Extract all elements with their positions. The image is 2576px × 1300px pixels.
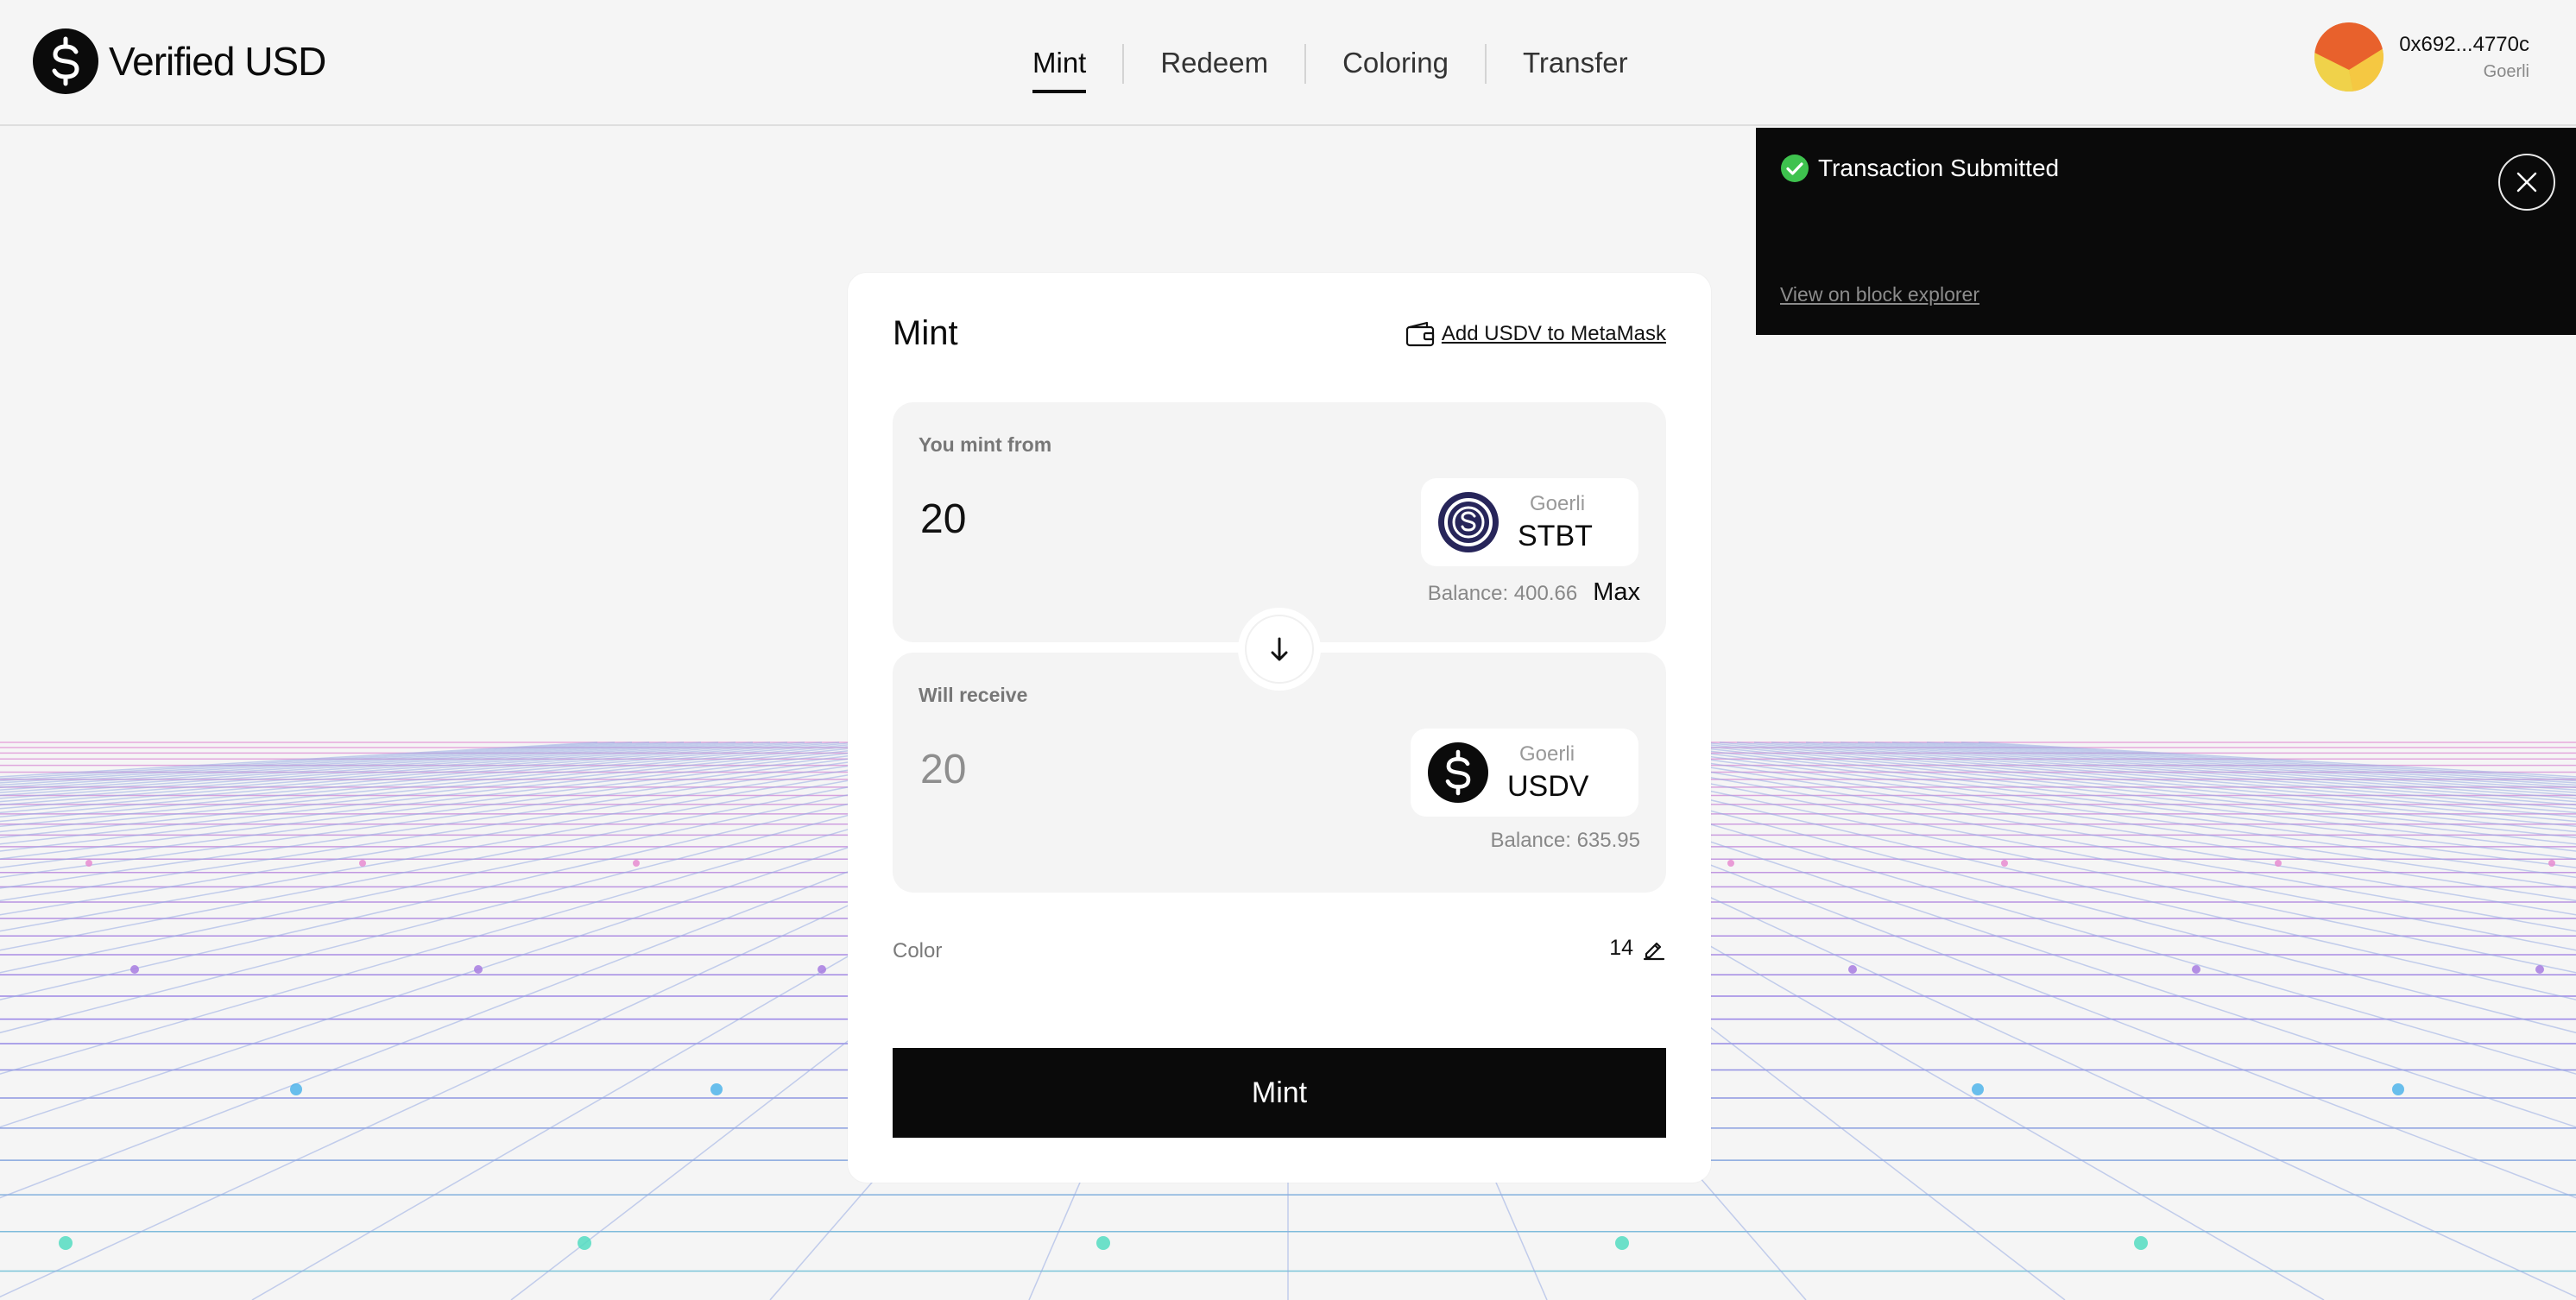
account-network: Goerli bbox=[2483, 61, 2529, 81]
grid-line bbox=[0, 742, 995, 879]
grid-line bbox=[1771, 742, 2576, 810]
grid-line bbox=[0, 742, 788, 806]
color-value: 14 bbox=[1609, 936, 1633, 960]
grid-dot bbox=[59, 1236, 73, 1250]
grid-line bbox=[0, 742, 892, 833]
to-label: Will receive bbox=[919, 684, 1028, 706]
grid-line bbox=[1978, 742, 2576, 778]
grid-line bbox=[0, 742, 909, 839]
grid-line bbox=[0, 742, 685, 788]
pencil-icon bbox=[1643, 942, 1665, 960]
grid-dot bbox=[2192, 965, 2200, 974]
grid-dot bbox=[2134, 1236, 2148, 1250]
wallet-icon bbox=[1405, 321, 1434, 347]
color-row: Color 14 bbox=[893, 934, 1666, 969]
color-edit-button[interactable]: 14 bbox=[1609, 936, 1666, 961]
tab-transfer[interactable]: Transfer bbox=[1487, 38, 1664, 90]
mint-from-panel: You mint from 20 Goerli STBT Balance: 40… bbox=[893, 402, 1666, 642]
grid-line bbox=[0, 742, 944, 852]
grid-dot bbox=[1972, 1083, 1984, 1095]
grid-dot bbox=[2275, 860, 2282, 867]
color-label: Color bbox=[893, 939, 943, 962]
card-title: Mint bbox=[893, 314, 958, 352]
grid-line bbox=[1891, 742, 2576, 788]
grid-line bbox=[1650, 742, 2576, 845]
grid-dot bbox=[710, 1083, 723, 1095]
from-label: You mint from bbox=[919, 433, 1052, 456]
grid-dot bbox=[474, 965, 483, 974]
to-balance: Balance: 635.95 bbox=[1490, 829, 1640, 852]
to-token-display: Goerli USDV bbox=[1411, 729, 1638, 817]
grid-dot bbox=[578, 1236, 591, 1250]
grid-dot bbox=[290, 1083, 302, 1095]
from-amount-input[interactable]: 20 bbox=[920, 495, 966, 543]
tab-redeem[interactable]: Redeem bbox=[1124, 38, 1304, 90]
grid-line bbox=[1702, 742, 2576, 828]
stbt-token-icon bbox=[1438, 492, 1499, 552]
dollar-logo-icon bbox=[33, 28, 98, 94]
from-token-network: Goerli bbox=[1530, 491, 1586, 515]
grid-dot bbox=[1615, 1236, 1629, 1250]
grid-line bbox=[0, 742, 926, 845]
grid-dot bbox=[359, 860, 366, 867]
grid-dot bbox=[2001, 860, 2008, 867]
to-amount: 20 bbox=[920, 747, 967, 792]
grid-line bbox=[0, 742, 667, 786]
max-button[interactable]: Max bbox=[1593, 578, 1640, 607]
top-header: Verified USD Mint Redeem Coloring Transf… bbox=[0, 0, 2576, 126]
to-token-network: Goerli bbox=[1519, 742, 1575, 766]
grid-dot bbox=[85, 860, 92, 867]
grid-line bbox=[0, 742, 840, 818]
grid-dot bbox=[1848, 965, 1857, 974]
grid-line bbox=[1615, 742, 2576, 860]
grid-line bbox=[0, 742, 961, 860]
tab-mint[interactable]: Mint bbox=[1015, 38, 1122, 93]
from-balance: Balance: 400.66 bbox=[1427, 582, 1578, 605]
view-explorer-link[interactable]: View on block explorer bbox=[1780, 283, 1979, 306]
from-token-symbol: STBT bbox=[1518, 519, 1593, 552]
grid-line bbox=[1632, 742, 2576, 852]
app-name: Verified USD bbox=[109, 39, 326, 84]
account-avatar bbox=[2314, 22, 2384, 92]
grid-line bbox=[1581, 742, 2576, 879]
mint-card: Mint Add USDV to MetaMask You mint from … bbox=[848, 273, 1711, 1183]
grid-dot bbox=[2548, 860, 2555, 867]
grid-dot bbox=[130, 965, 139, 974]
account-address: 0x692...4770c bbox=[2399, 32, 2529, 56]
grid-dot bbox=[818, 965, 826, 974]
to-token-symbol: USDV bbox=[1507, 769, 1589, 803]
tab-coloring[interactable]: Coloring bbox=[1306, 38, 1485, 90]
metamask-link-label: Add USDV to MetaMask bbox=[1441, 322, 1666, 345]
toast-title: Transaction Submitted bbox=[1818, 155, 2060, 181]
transaction-toast: Transaction Submitted View on block expl… bbox=[1756, 128, 2576, 335]
grid-line bbox=[1684, 742, 2576, 833]
grid-line bbox=[0, 742, 598, 778]
toast-close-button[interactable] bbox=[2498, 154, 2555, 211]
grid-dot bbox=[2535, 965, 2544, 974]
usdv-token-icon bbox=[1428, 742, 1488, 803]
grid-dot bbox=[2392, 1083, 2404, 1095]
swap-direction-button[interactable] bbox=[1238, 608, 1321, 691]
app-logo[interactable]: Verified USD bbox=[33, 28, 326, 94]
grid-line bbox=[1960, 742, 2576, 779]
from-token-selector[interactable]: Goerli STBT bbox=[1421, 478, 1638, 566]
grid-dot bbox=[633, 860, 640, 867]
grid-dot bbox=[1096, 1236, 1110, 1250]
grid-dot bbox=[1727, 860, 1734, 867]
mint-button[interactable]: Mint bbox=[893, 1048, 1666, 1138]
grid-line bbox=[1788, 742, 2576, 806]
close-icon bbox=[2516, 172, 2537, 192]
account-button[interactable]: 0x692...4770c Goerli bbox=[2314, 22, 2529, 92]
add-to-metamask-link[interactable]: Add USDV to MetaMask bbox=[1405, 321, 1666, 347]
arrow-down-icon bbox=[1271, 637, 1288, 661]
grid-line bbox=[0, 742, 874, 828]
grid-line bbox=[1667, 742, 2576, 839]
grid-line bbox=[0, 742, 805, 810]
grid-line bbox=[1909, 742, 2576, 786]
grid-line bbox=[1736, 742, 2576, 818]
grid-line bbox=[0, 742, 616, 779]
check-circle-icon bbox=[1781, 155, 1809, 182]
main-nav: Mint Redeem Coloring Transfer bbox=[1015, 38, 1664, 93]
